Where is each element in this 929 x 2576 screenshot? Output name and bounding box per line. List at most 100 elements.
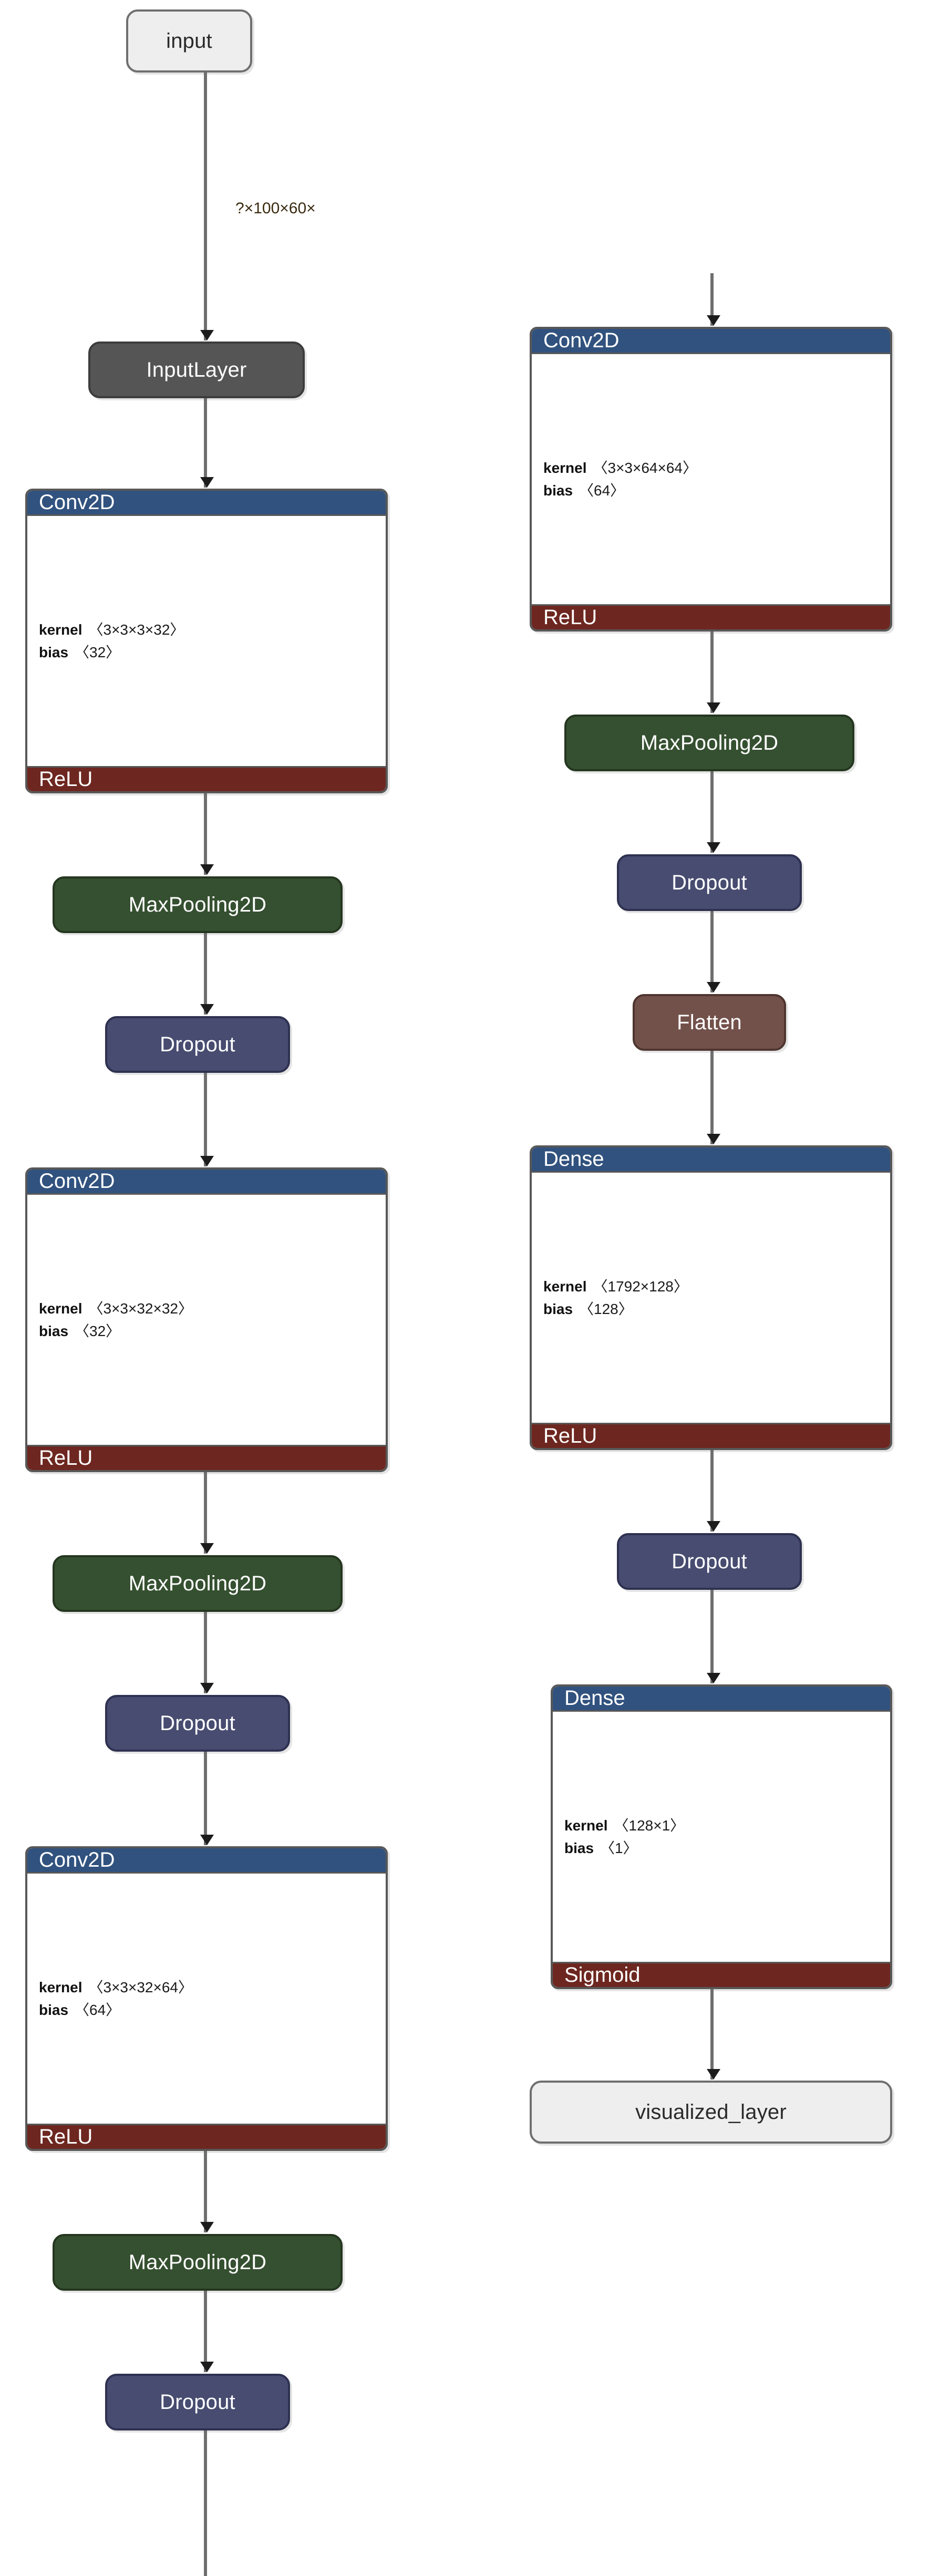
arrowhead-pool2-to-drop2 [200,1683,214,1693]
node-input[interactable]: input [126,9,252,73]
model-architecture-diagram: input ?×100×60× InputLayer Conv2D kernel… [0,0,929,2576]
node-dropout-3[interactable]: Dropout [105,2374,290,2430]
node-dropout-2[interactable]: Dropout [105,1695,290,1752]
param-name-kernel: kernel [543,459,587,476]
node-conv2d-3[interactable]: Conv2D kernel 〈3×3×32×64〉 bias 〈64〉 ReLU [25,1846,388,2151]
node-conv2d-2-activation: ReLU [27,1446,386,1470]
node-visualized-layer[interactable]: visualized_layer [530,2081,892,2144]
node-conv2d-4[interactable]: Conv2D kernel 〈3×3×64×64〉 bias 〈64〉 ReLU [530,327,892,632]
param-row-kernel: kernel 〈3×3×32×64〉 [39,1976,386,1999]
param-shape-kernel: 〈3×3×64×64〉 [593,459,698,476]
node-flatten-label: Flatten [677,1010,742,1034]
arrowhead-drop5-to-dense2 [707,1673,720,1683]
node-conv2d-3-activation: ReLU [27,2125,386,2149]
arrowhead-input-to-inputlayer [200,330,214,340]
edge-drop4-to-flatten [710,911,714,992]
edge-pool4-to-drop4 [710,771,714,853]
param-name-bias: bias [39,2002,69,2018]
node-dense-1-activation: ReLU [532,1424,890,1448]
arrowhead-conv2-to-pool2 [200,1543,214,1554]
node-conv2d-3-title: Conv2D [27,1848,386,1872]
arrowhead-conv3-to-pool3 [200,2222,214,2232]
arrowhead-inputlayer-to-conv1 [200,477,214,488]
edge-flatten-to-dense1 [710,1051,714,1144]
node-dropout-3-label: Dropout [160,2390,235,2414]
node-dropout-2-label: Dropout [160,1711,235,1735]
param-shape-bias: 〈128〉 [579,1301,633,1317]
node-conv2d-1-activation: ReLU [27,768,386,791]
param-shape-bias: 〈64〉 [75,2002,121,2018]
node-dropout-5[interactable]: Dropout [617,1533,802,1590]
param-row-bias: bias 〈128〉 [543,1298,890,1320]
node-conv2d-1-params: kernel 〈3×3×3×32〉 bias 〈32〉 [27,514,386,768]
edge-conv1-to-pool1 [204,793,207,875]
param-row-bias: bias 〈32〉 [39,1320,386,1342]
node-conv2d-4-activation: ReLU [532,606,890,629]
node-conv2d-1[interactable]: Conv2D kernel 〈3×3×3×32〉 bias 〈32〉 ReLU [25,489,388,793]
param-row-bias: bias 〈32〉 [39,641,386,664]
param-name-bias: bias [39,644,69,660]
param-name-kernel: kernel [39,1979,82,1995]
node-dense-1[interactable]: Dense kernel 〈1792×128〉 bias 〈128〉 ReLU [530,1145,892,1450]
node-conv2d-1-title: Conv2D [27,491,386,514]
param-row-kernel: kernel 〈128×1〉 [564,1814,890,1837]
edge-drop2-to-conv3 [204,1752,207,1845]
node-conv2d-2-title: Conv2D [27,1170,386,1193]
node-dropout-4[interactable]: Dropout [617,854,802,911]
node-input-label: input [166,29,212,53]
param-name-kernel: kernel [39,1300,82,1317]
node-maxpooling2d-3[interactable]: MaxPooling2D [53,2234,343,2291]
param-name-bias: bias [564,1840,594,1856]
node-flatten[interactable]: Flatten [633,994,786,1051]
node-dense-2[interactable]: Dense kernel 〈128×1〉 bias 〈1〉 Sigmoid [551,1684,892,1989]
edge-pool3-to-drop3 [204,2291,207,2372]
param-name-kernel: kernel [39,621,82,638]
param-shape-kernel: 〈128×1〉 [614,1817,685,1834]
param-shape-kernel: 〈3×3×32×64〉 [88,1979,193,1995]
node-maxpooling2d-1[interactable]: MaxPooling2D [53,876,343,933]
param-shape-kernel: 〈1792×128〉 [593,1278,688,1295]
node-conv2d-2[interactable]: Conv2D kernel 〈3×3×32×32〉 bias 〈32〉 ReLU [25,1167,388,1472]
arrowhead-drop1-to-conv2 [200,1156,214,1166]
edge-conv2-to-pool2 [204,1472,207,1554]
node-dense-2-params: kernel 〈128×1〉 bias 〈1〉 [553,1710,890,1963]
arrowhead-drop4-to-flatten [707,982,720,992]
node-dropout-1[interactable]: Dropout [105,1016,290,1073]
edge-drop5-to-dense2 [710,1590,714,1683]
param-row-kernel: kernel 〈1792×128〉 [543,1275,890,1298]
node-input-layer[interactable]: InputLayer [88,342,305,398]
param-shape-bias: 〈32〉 [75,644,121,660]
edge-pool2-to-drop2 [204,1612,207,1693]
node-maxpooling2d-4-label: MaxPooling2D [640,731,779,754]
node-dropout-4-label: Dropout [672,871,747,894]
edge-inputlayer-to-conv1 [204,398,207,488]
edge-drop1-to-conv2 [204,1073,207,1166]
arrowhead-drop2-to-conv3 [200,1835,214,1845]
node-conv2d-4-params: kernel 〈3×3×64×64〉 bias 〈64〉 [532,353,890,606]
arrowhead-dense2-to-output [707,2069,720,2080]
node-dense-2-title: Dense [553,1687,890,1710]
arrowhead-conv1-to-pool1 [200,864,214,875]
edge-pool1-to-drop1 [204,933,207,1015]
param-row-bias: bias 〈1〉 [564,1837,890,1859]
node-maxpooling2d-4[interactable]: MaxPooling2D [564,715,854,771]
node-maxpooling2d-2[interactable]: MaxPooling2D [53,1555,343,1612]
edge-dense1-to-drop5 [710,1450,714,1532]
node-conv2d-3-params: kernel 〈3×3×32×64〉 bias 〈64〉 [27,1872,386,2125]
param-name-bias: bias [543,482,573,499]
node-dense-1-params: kernel 〈1792×128〉 bias 〈128〉 [532,1171,890,1424]
node-dense-1-title: Dense [532,1147,890,1171]
param-shape-bias: 〈32〉 [75,1323,121,1339]
param-shape-bias: 〈64〉 [579,482,625,499]
node-input-layer-label: InputLayer [146,358,247,381]
edge-label-input-shape: ?×100×60× [235,200,316,217]
param-row-kernel: kernel 〈3×3×64×64〉 [543,457,890,479]
arrowhead-conv4-to-pool4 [707,702,720,713]
node-maxpooling2d-3-label: MaxPooling2D [128,2250,267,2274]
arrowhead-dense1-to-drop5 [707,1521,720,1532]
arrowhead-flatten-to-dense1 [707,1134,720,1144]
edge-conv4-to-pool4 [710,632,714,713]
node-conv2d-2-params: kernel 〈3×3×32×32〉 bias 〈32〉 [27,1193,386,1446]
param-shape-bias: 〈1〉 [600,1840,638,1856]
node-visualized-layer-label: visualized_layer [635,2100,787,2124]
